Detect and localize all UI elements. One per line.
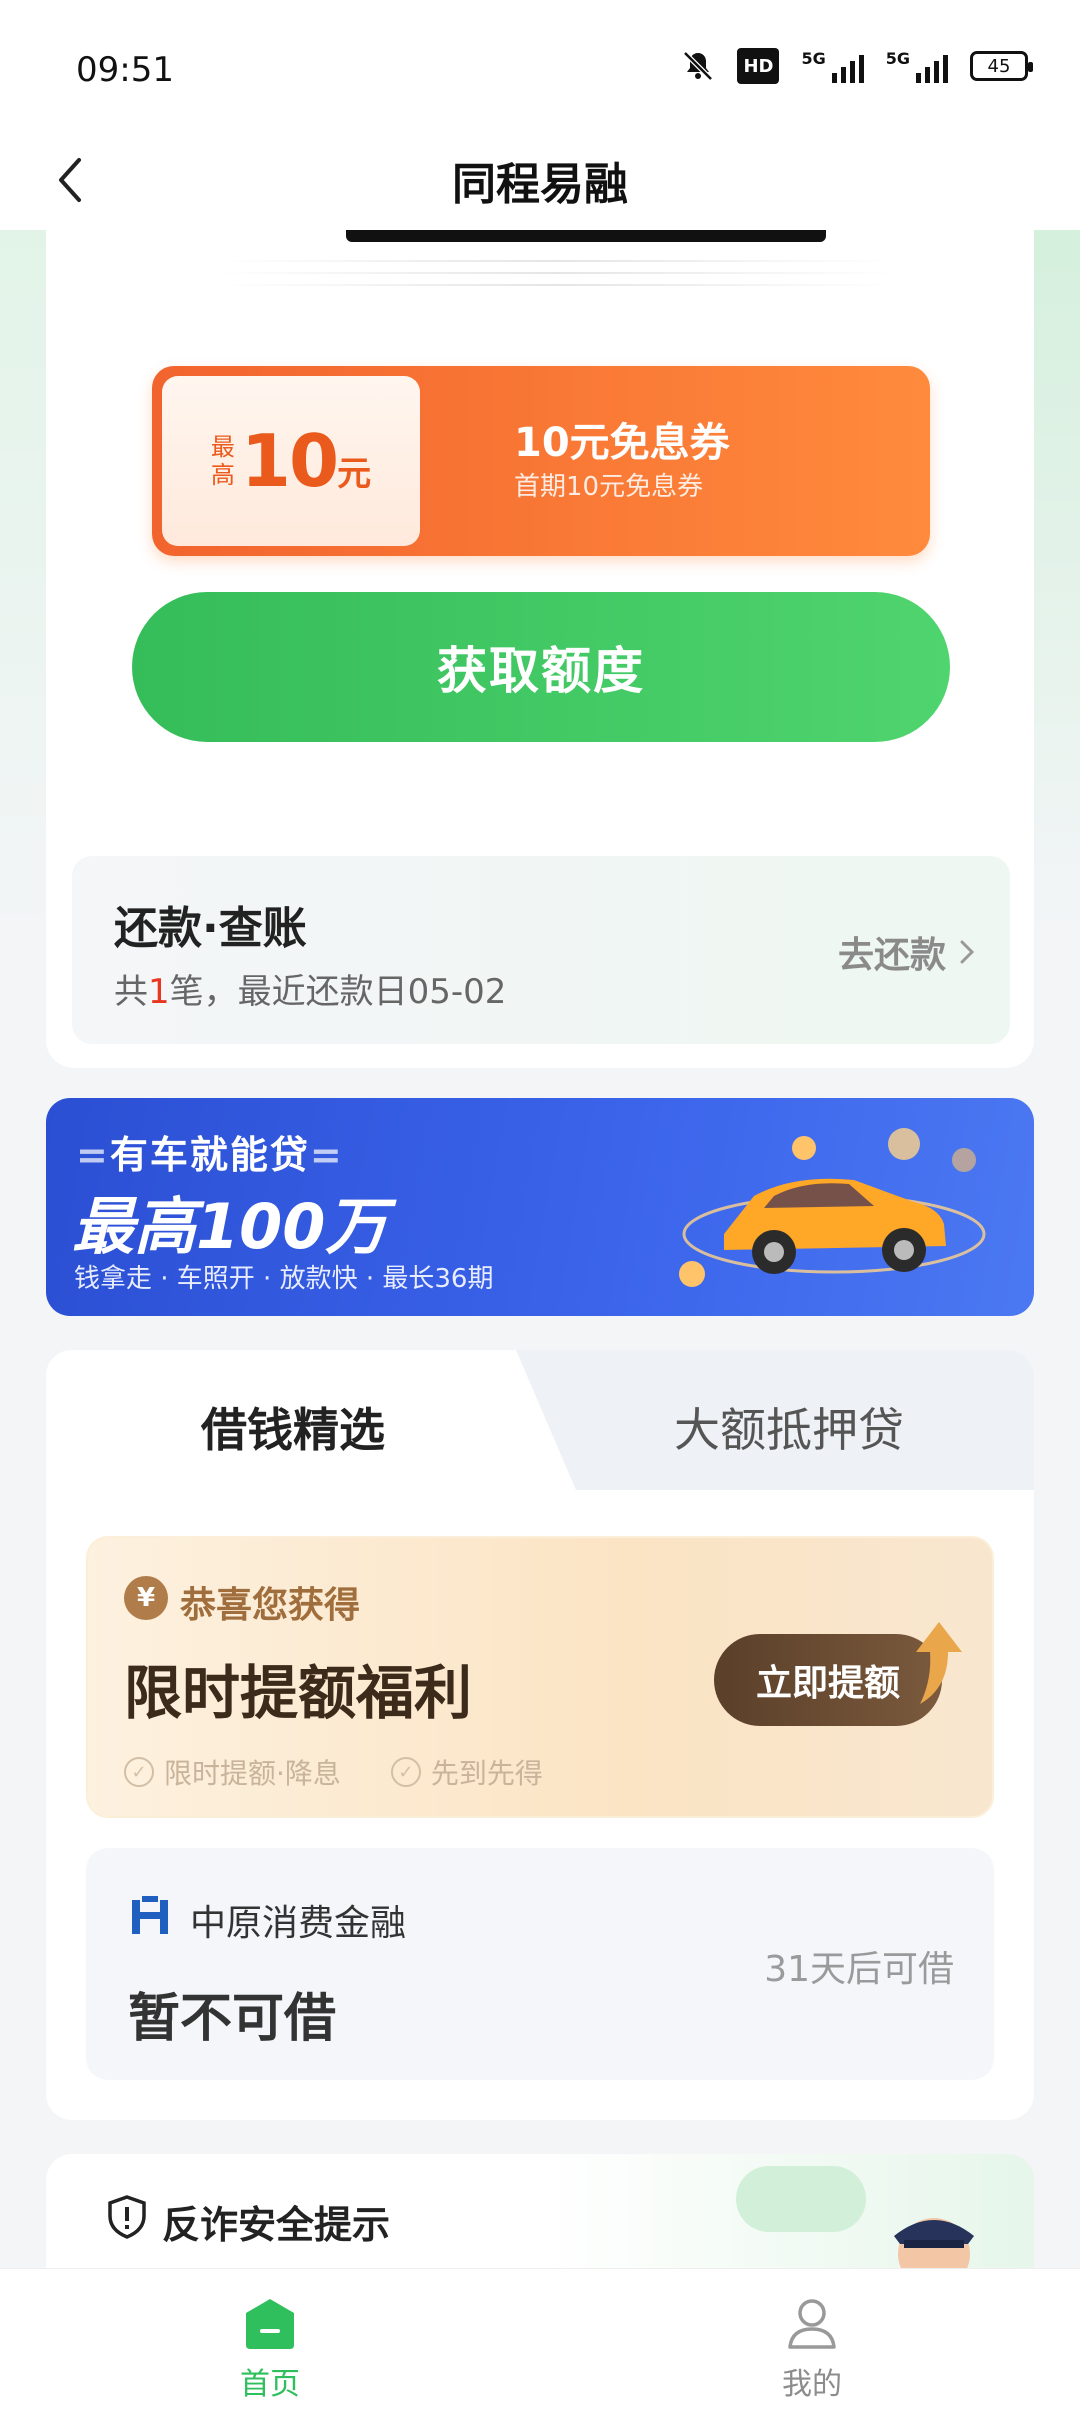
- product-tabs: 借钱精选 大额抵押贷: [46, 1350, 1034, 1490]
- coupon-stub: 最 高 10 元: [162, 376, 420, 546]
- tab-home-label: 首页: [240, 2367, 300, 2402]
- lender-availability-note: 31天后可借: [764, 1949, 954, 1990]
- promo-benefit-item: ✓ 限时提额·降息: [124, 1752, 341, 1792]
- product-section: 借钱精选 大额抵押贷 ¥ 恭喜您获得 限时提额福利 ✓ 限时提额·降息 ✓ 先到…: [46, 1350, 1034, 2120]
- repay-section[interactable]: 还款·查账 共1笔，最近还款日05-02 去还款: [72, 856, 1010, 1044]
- user-icon: [788, 2299, 836, 2349]
- lender-status: 暂不可借: [128, 1989, 337, 2049]
- coupon-amount: 10: [240, 419, 339, 503]
- go-repay-link[interactable]: 去还款: [838, 926, 974, 978]
- repay-count: 1: [148, 972, 170, 1012]
- mute-bell-icon: [681, 49, 715, 83]
- banner-main-text: 最高100万: [72, 1190, 388, 1263]
- get-credit-button[interactable]: 获取额度: [132, 592, 950, 742]
- lender-logo-icon: [132, 1896, 168, 1934]
- credit-card-panel: 最 高 10 元 10元免息券 首期10元免息券 获取额度 还款·查账 共1笔，…: [46, 230, 1034, 1068]
- promo-title: 限时提额福利: [124, 1659, 473, 1727]
- bottom-tab-bar: 首页 我的: [0, 2268, 1080, 2412]
- repay-title: 还款·查账: [114, 903, 307, 954]
- coupon-title: 10元免息券: [514, 420, 730, 466]
- anti-fraud-title: 反诈安全提示: [162, 2203, 391, 2247]
- yuan-badge-icon: ¥: [124, 1576, 168, 1620]
- promo-benefit-item: ✓ 先到先得: [390, 1752, 543, 1792]
- tab-me[interactable]: 我的: [732, 2295, 892, 2403]
- tab-loan-picks[interactable]: 借钱精选: [201, 1394, 385, 1460]
- lender-card[interactable]: 中原消费金融 暂不可借 31天后可借: [86, 1848, 994, 2080]
- status-icons: HD 5G 5G 45: [681, 48, 1033, 84]
- promo-badge-text: 恭喜您获得: [180, 1585, 361, 1626]
- banner-tags: 钱拿走 · 车照开 · 放款快 · 最长36期: [74, 1264, 494, 1294]
- promo-benefits: ✓ 限时提额·降息 ✓ 先到先得: [124, 1752, 543, 1792]
- hero-decoration: [216, 250, 896, 320]
- banner-headline: =有车就能贷=: [76, 1133, 344, 1177]
- repay-summary: 共1笔，最近还款日05-02: [114, 972, 507, 1012]
- increase-limit-button[interactable]: 立即提额: [714, 1634, 942, 1726]
- lender-name: 中原消费金融: [190, 1903, 407, 1944]
- shield-icon: [108, 2195, 146, 2239]
- coupon-prefix: 最 高: [210, 433, 235, 489]
- signal-icon-1: 5G: [801, 49, 864, 83]
- tab-home[interactable]: 首页: [190, 2295, 350, 2403]
- status-bar: 09:51 HD 5G 5G 45: [0, 0, 1080, 140]
- check-circle-icon: ✓: [124, 1757, 154, 1787]
- nav-bar: 同程易融: [0, 130, 1080, 230]
- up-arrow-icon: [916, 1622, 962, 1704]
- coupon-subtitle: 首期10元免息券: [514, 472, 704, 502]
- warning-bubble-icon: [736, 2166, 866, 2232]
- tab-mortgage-loan[interactable]: 大额抵押贷: [674, 1394, 904, 1460]
- home-icon: [246, 2299, 294, 2349]
- interest-free-coupon[interactable]: 最 高 10 元 10元免息券 首期10元免息券: [152, 366, 930, 556]
- coupon-unit: 元: [337, 453, 372, 494]
- back-button[interactable]: [40, 150, 100, 210]
- chevron-left-icon: [59, 158, 81, 202]
- check-circle-icon: ✓: [390, 1757, 421, 1787]
- page-title: 同程易融: [452, 159, 628, 210]
- car-illustration-icon: [679, 1128, 986, 1287]
- signal-icon-2: 5G: [886, 49, 948, 83]
- car-loan-banner[interactable]: =有车就能贷= 最高100万 钱拿走 · 车照开 · 放款快 · 最长36期: [46, 1098, 1034, 1316]
- battery-icon: 45: [970, 51, 1033, 81]
- hd-icon: HD: [737, 48, 780, 84]
- hero-title-cut: [346, 230, 826, 250]
- chevron-right-icon: [960, 940, 974, 964]
- status-time: 09:51: [76, 50, 174, 90]
- tab-me-label: 我的: [782, 2367, 842, 2402]
- credit-increase-promo[interactable]: ¥ 恭喜您获得 限时提额福利 ✓ 限时提额·降息 ✓ 先到先得 立即提额: [86, 1536, 994, 1818]
